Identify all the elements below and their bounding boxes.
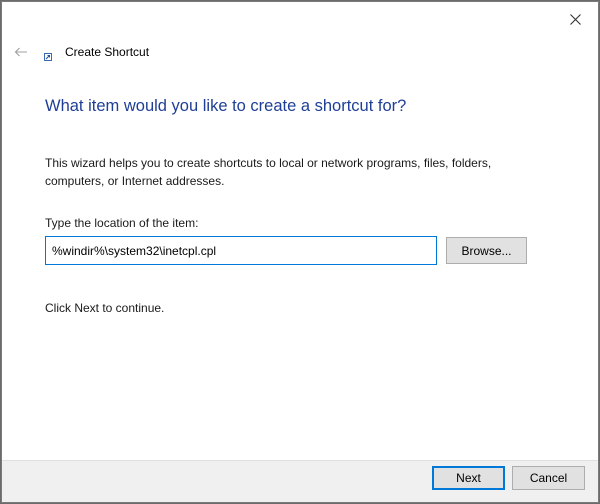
dialog-footer (2, 460, 598, 502)
cancel-button[interactable]: Cancel (512, 466, 585, 490)
dialog-title: Create Shortcut (65, 45, 150, 59)
back-arrow-icon (14, 47, 27, 57)
browse-button[interactable]: Browse... (446, 237, 527, 264)
wizard-description: This wizard helps you to create shortcut… (45, 156, 492, 188)
create-shortcut-dialog: Create Shortcut What item would you like… (1, 1, 599, 503)
close-button[interactable] (552, 2, 598, 36)
shortcut-icon (44, 53, 52, 61)
page-heading: What item would you like to create a sho… (45, 97, 407, 115)
continue-instruction: Click Next to continue. (45, 301, 165, 315)
location-label: Type the location of the item: (45, 216, 199, 230)
close-icon (569, 13, 581, 25)
location-input[interactable] (45, 236, 437, 265)
back-button[interactable] (12, 44, 30, 60)
next-button[interactable]: Next (432, 466, 505, 490)
